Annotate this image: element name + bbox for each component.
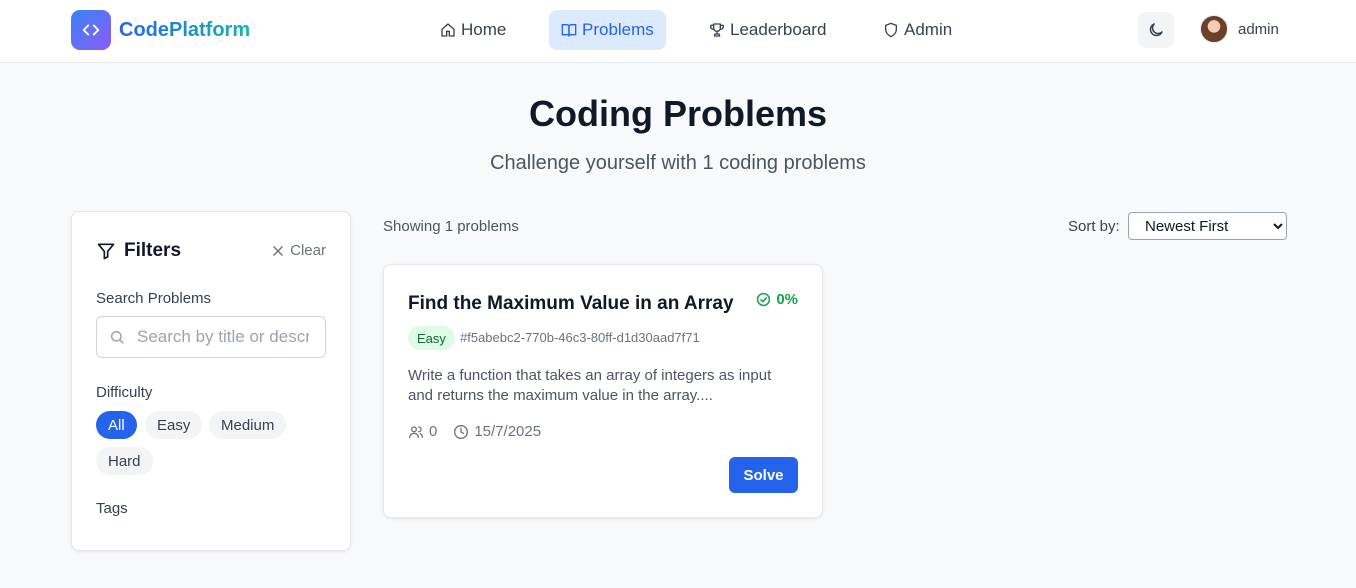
nav-problems-label: Problems — [582, 20, 654, 39]
solve-button[interactable]: Solve — [729, 457, 798, 493]
theme-toggle-button[interactable] — [1138, 12, 1174, 48]
home-icon — [441, 23, 455, 37]
filter-icon — [97, 243, 115, 260]
code-brackets-icon — [71, 10, 111, 50]
nav-home-label: Home — [461, 20, 507, 39]
problem-meta: 0 15/7/2025 — [408, 423, 541, 440]
user-name: admin — [1238, 20, 1279, 38]
sort-select[interactable]: Newest First — [1128, 212, 1287, 240]
brand-name: CodePlatform — [119, 18, 251, 41]
nav-admin-label: Admin — [904, 20, 953, 39]
shield-icon — [885, 22, 897, 38]
nav-admin[interactable]: Admin — [871, 10, 964, 50]
difficulty-chip-hard[interactable]: Hard — [96, 447, 153, 475]
nav-leaderboard[interactable]: Leaderboard — [697, 10, 838, 50]
sort-label: Sort by: — [1068, 218, 1120, 235]
results-count: Showing 1 problems — [383, 218, 519, 235]
submissions-count: 0 — [408, 423, 437, 440]
problem-card[interactable]: Find the Maximum Value in an Array 0% Ea… — [383, 264, 823, 518]
navbar: CodePlatform Home Problems Leaderboard A… — [0, 0, 1356, 63]
difficulty-badge: Easy — [408, 326, 455, 350]
problem-id: #f5abebc2-770b-46c3-80ff-d1d30aad7f71 — [460, 330, 700, 345]
problem-description: Write a function that takes an array of … — [408, 367, 772, 404]
clear-label: Clear — [290, 242, 326, 259]
difficulty-label: Difficulty — [96, 384, 153, 401]
check-circle-icon — [757, 292, 771, 307]
close-icon — [273, 245, 283, 256]
search-input[interactable] — [137, 327, 309, 347]
difficulty-chip-medium[interactable]: Medium — [209, 411, 287, 439]
brand[interactable]: CodePlatform — [71, 10, 250, 50]
created-date: 15/7/2025 — [453, 423, 541, 440]
users-icon — [409, 425, 423, 438]
book-icon — [561, 24, 577, 37]
date-value: 15/7/2025 — [474, 423, 542, 440]
nav-home[interactable]: Home — [428, 10, 518, 50]
problem-title: Find the Maximum Value in an Array — [408, 293, 734, 314]
clear-filters-button[interactable]: Clear — [271, 242, 326, 259]
clock-icon — [454, 424, 469, 439]
trophy-icon — [709, 23, 725, 37]
moon-icon — [1149, 23, 1163, 37]
difficulty-chip-all[interactable]: All — [96, 411, 137, 439]
search-box — [96, 316, 326, 358]
nav-problems[interactable]: Problems — [549, 10, 666, 50]
submissions-value: 0 — [429, 423, 438, 440]
user-menu[interactable]: admin — [1200, 15, 1279, 43]
page-subtitle: Challenge yourself with 1 coding problem… — [490, 152, 866, 174]
acceptance-value: 0% — [776, 291, 798, 308]
acceptance-rate: 0% — [756, 291, 798, 308]
filters-panel: Filters Clear Search Problems Difficulty… — [71, 211, 351, 551]
difficulty-chip-easy[interactable]: Easy — [145, 411, 203, 439]
page-title: Coding Problems — [528, 93, 828, 134]
tags-label: Tags — [96, 500, 128, 517]
nav-leaderboard-label: Leaderboard — [730, 20, 827, 39]
filters-header: Filters — [96, 240, 181, 262]
search-label: Search Problems — [96, 290, 212, 307]
search-icon — [110, 330, 124, 344]
avatar — [1200, 15, 1228, 43]
filters-title: Filters — [124, 240, 182, 261]
